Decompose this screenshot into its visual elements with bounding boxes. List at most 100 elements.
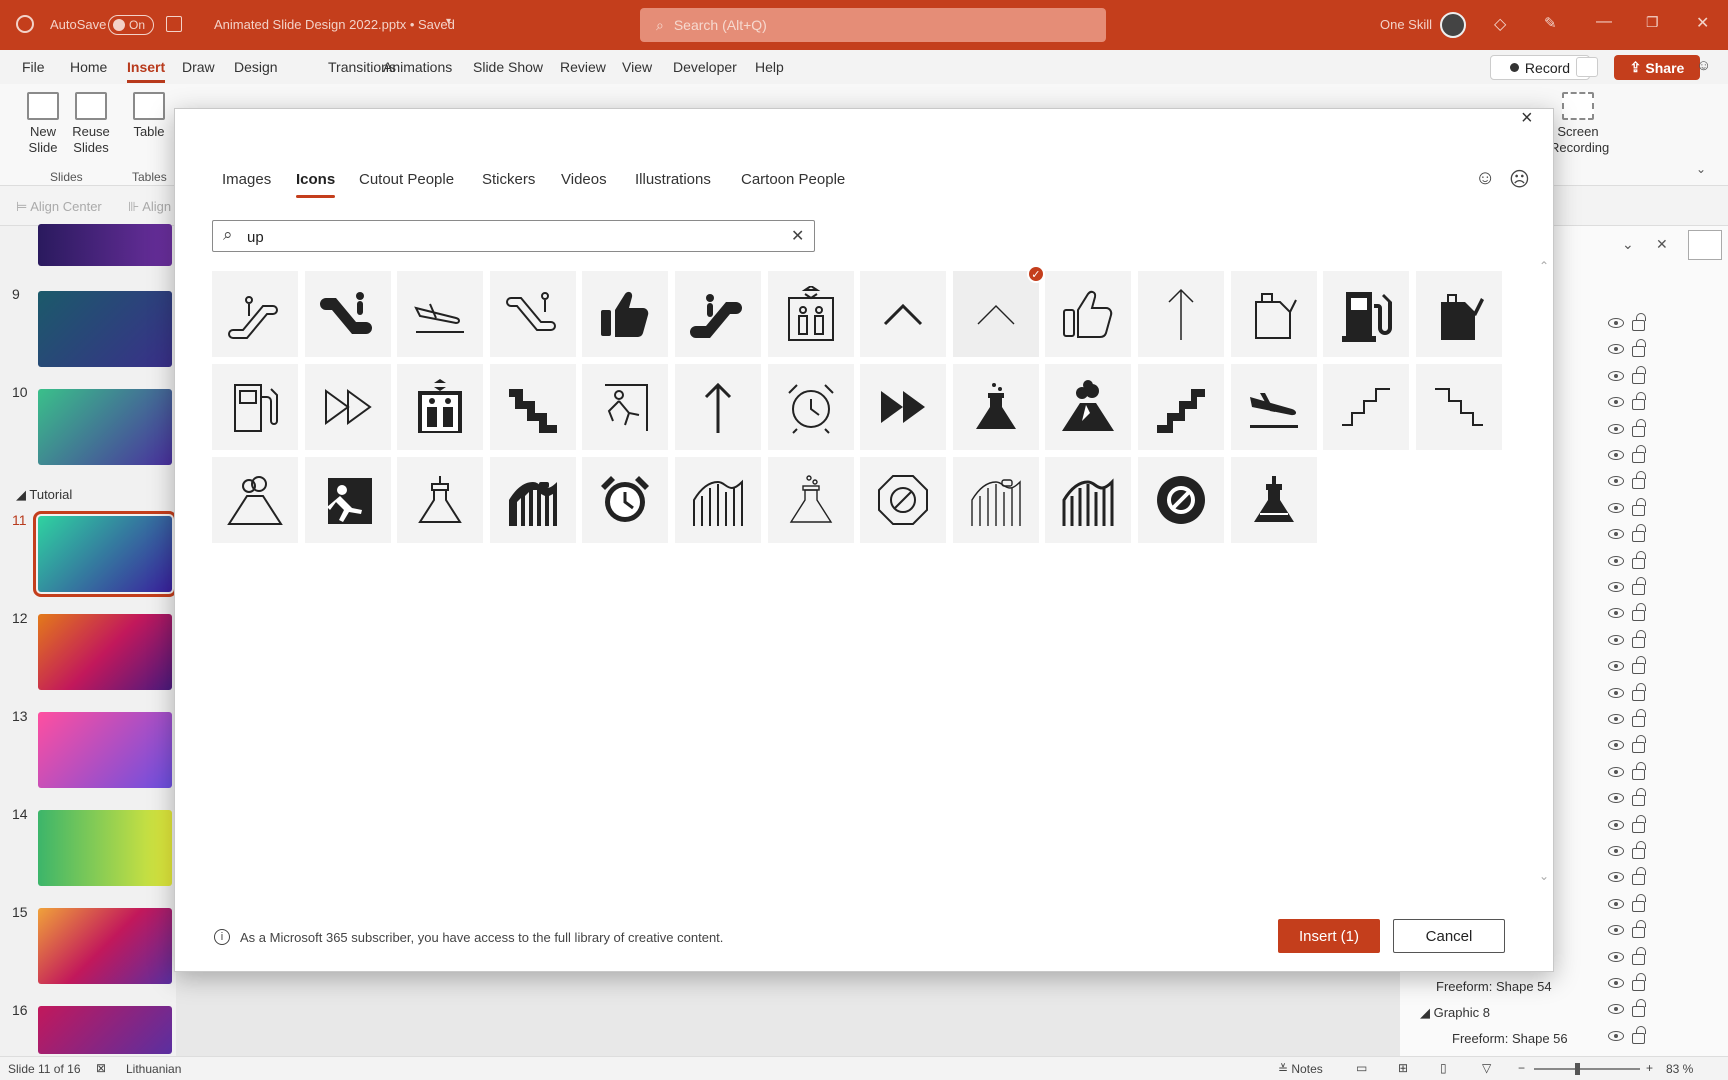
icon-tile[interactable]	[397, 364, 484, 450]
layer-visibility-row[interactable]	[1608, 814, 1668, 836]
slide-thumbnail-14[interactable]	[38, 810, 172, 886]
lock-icon[interactable]	[1632, 365, 1646, 384]
lock-icon[interactable]	[1632, 1025, 1646, 1044]
layer-visibility-row[interactable]	[1608, 656, 1668, 677]
save-icon[interactable]	[166, 16, 182, 32]
layer-visibility-row[interactable]	[1608, 946, 1668, 968]
align-center-button[interactable]: ⊨ Align Center	[16, 199, 102, 215]
tab-icons[interactable]: Icons	[296, 171, 336, 198]
layer-visibility-row[interactable]	[1608, 339, 1668, 360]
icon-tile[interactable]	[1045, 364, 1132, 450]
menu-slide-show[interactable]: Slide Show	[473, 59, 543, 75]
selection-item[interactable]: Freeform: Shape 54	[1436, 979, 1552, 994]
lock-icon[interactable]	[1632, 418, 1646, 437]
selection-pane-icon[interactable]	[1688, 230, 1722, 260]
eye-icon[interactable]	[1608, 978, 1624, 988]
icon-tile[interactable]	[212, 457, 298, 543]
eye-icon[interactable]	[1608, 344, 1624, 355]
icon-tile[interactable]	[767, 271, 854, 357]
lock-icon[interactable]	[1632, 893, 1646, 912]
zoom-out-icon[interactable]: −	[1518, 1061, 1525, 1075]
layer-visibility-row[interactable]	[1608, 603, 1668, 624]
icon-tile[interactable]	[1138, 364, 1224, 450]
tab-illustrations[interactable]: Illustrations	[635, 171, 711, 188]
lock-icon[interactable]	[1632, 814, 1646, 833]
lock-icon[interactable]	[1632, 735, 1646, 754]
layer-visibility-row[interactable]	[1608, 735, 1668, 756]
layer-visibility-row[interactable]	[1608, 445, 1668, 466]
share-button[interactable]: ⇪ Share	[1614, 55, 1700, 80]
scroll-down-icon[interactable]: ⌄	[1539, 869, 1549, 883]
eye-icon[interactable]	[1608, 687, 1624, 698]
slide-thumbnail-11[interactable]	[33, 511, 177, 597]
lock-icon[interactable]	[1632, 471, 1646, 490]
layer-visibility-row[interactable]	[1608, 418, 1668, 440]
layer-visibility-row[interactable]	[1608, 1025, 1668, 1047]
layer-visibility-row[interactable]	[1608, 629, 1668, 651]
lock-icon[interactable]	[1632, 709, 1646, 727]
eye-icon[interactable]	[1608, 502, 1624, 513]
slide-sorter-icon[interactable]: ⊞	[1398, 1061, 1408, 1075]
lock-icon[interactable]	[1632, 392, 1646, 411]
lock-icon[interactable]	[1632, 682, 1646, 701]
slide-thumbnail-9[interactable]	[38, 291, 172, 367]
menu-design[interactable]: Design	[234, 59, 278, 75]
slide-thumbnail-8[interactable]	[38, 224, 172, 266]
normal-view-icon[interactable]: ▭	[1356, 1061, 1367, 1075]
cancel-button[interactable]: Cancel	[1393, 919, 1505, 953]
clear-search-icon[interactable]: ✕	[791, 226, 804, 246]
eye-icon[interactable]	[1608, 397, 1624, 408]
eye-icon[interactable]	[1608, 582, 1624, 592]
comments-icon[interactable]	[1576, 57, 1598, 77]
icon-tile[interactable]	[1138, 271, 1224, 357]
eye-icon[interactable]	[1608, 740, 1624, 751]
eye-icon[interactable]	[1608, 423, 1624, 434]
icon-tile[interactable]	[304, 271, 391, 357]
layer-visibility-row[interactable]	[1608, 973, 1668, 994]
file-name[interactable]: Animated Slide Design 2022.pptx • Saved	[214, 17, 455, 32]
icon-tile[interactable]	[1415, 364, 1502, 450]
eye-icon[interactable]	[1608, 370, 1624, 381]
zoom-in-icon[interactable]: +	[1646, 1061, 1653, 1075]
slide-thumbnail-16[interactable]	[38, 1006, 172, 1054]
layer-visibility-row[interactable]	[1608, 709, 1668, 730]
icon-tile[interactable]	[304, 457, 391, 543]
icon-tile[interactable]	[767, 364, 854, 450]
restore-icon[interactable]: ❐	[1646, 14, 1659, 31]
menu-help[interactable]: Help	[755, 59, 784, 75]
icon-tile[interactable]	[675, 271, 761, 357]
icon-tile[interactable]	[1323, 364, 1410, 450]
insert-button[interactable]: Insert (1)	[1278, 919, 1380, 953]
icon-tile[interactable]	[952, 364, 1039, 450]
icon-tile[interactable]: ✓	[952, 265, 1045, 357]
eye-icon[interactable]	[1608, 819, 1624, 830]
icon-tile[interactable]	[397, 457, 484, 543]
avatar[interactable]	[1440, 12, 1466, 38]
lock-icon[interactable]	[1632, 920, 1646, 939]
close-pane-icon[interactable]: ✕	[1656, 236, 1668, 253]
layer-visibility-row[interactable]	[1608, 761, 1668, 783]
icon-tile[interactable]	[582, 364, 669, 450]
icon-tile[interactable]	[582, 271, 669, 357]
icon-tile[interactable]	[675, 457, 761, 543]
layer-visibility-row[interactable]	[1608, 497, 1668, 519]
lock-icon[interactable]	[1632, 577, 1646, 595]
record-button[interactable]: Record	[1490, 55, 1590, 80]
eye-icon[interactable]	[1608, 714, 1624, 724]
lock-icon[interactable]	[1632, 788, 1646, 807]
eye-icon[interactable]	[1608, 951, 1624, 962]
slide-thumbnail-15[interactable]	[38, 908, 172, 984]
eye-icon[interactable]	[1608, 1030, 1624, 1041]
selection-item[interactable]: Freeform: Shape 56	[1452, 1031, 1568, 1046]
lock-icon[interactable]	[1632, 761, 1646, 780]
screen-recording-button[interactable]: Screen Recording	[1550, 92, 1609, 156]
search-box[interactable]: ⌕ Search (Alt+Q)	[640, 8, 1106, 42]
layer-visibility-row[interactable]	[1608, 999, 1668, 1020]
eye-icon[interactable]	[1608, 925, 1624, 936]
eye-icon[interactable]	[1608, 555, 1624, 566]
eye-icon[interactable]	[1608, 1004, 1624, 1015]
lock-icon[interactable]	[1632, 946, 1646, 965]
icon-tile[interactable]	[1045, 457, 1132, 543]
zoom-slider[interactable]	[1534, 1068, 1640, 1070]
menu-view[interactable]: View	[622, 59, 652, 75]
